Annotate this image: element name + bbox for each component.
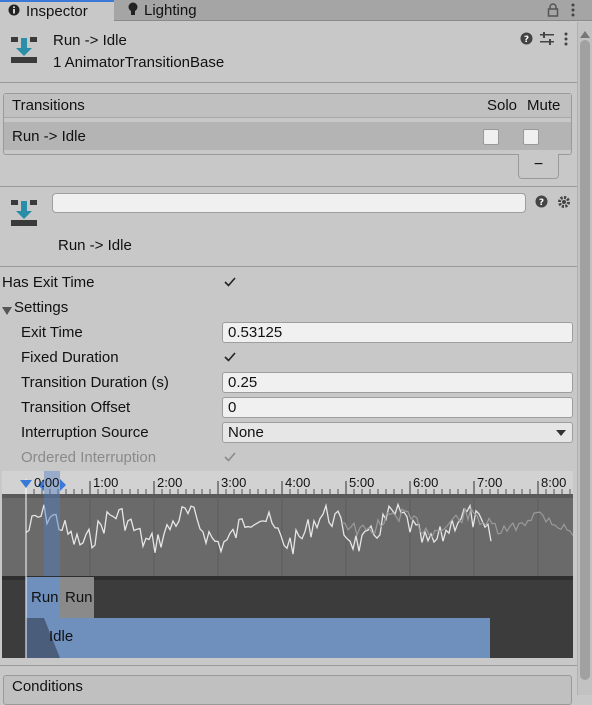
more-options-icon[interactable]: [571, 3, 575, 21]
ruler-tick-label: 7:00: [477, 475, 503, 490]
ruler-tick-label: 4:00: [285, 475, 311, 490]
chevron-down-icon: [556, 423, 566, 442]
transition-duration-label: Transition Duration (s): [21, 374, 169, 391]
exit-time-field[interactable]: 0.53125: [222, 322, 573, 343]
inspector-subtitle: 1 AnimatorTransitionBase: [53, 54, 225, 71]
timeline-marker-label: 0:00: [34, 475, 60, 490]
transition-duration-field[interactable]: 0.25: [222, 372, 573, 393]
transitions-header-label: Transitions: [12, 97, 85, 114]
transition-icon: [10, 36, 38, 68]
tab-inspector-label: Inspector: [26, 3, 88, 20]
lock-icon[interactable]: [547, 3, 559, 21]
interruption-source-dropdown[interactable]: None: [222, 422, 573, 443]
header-more-icon[interactable]: [564, 32, 568, 50]
settings-foldout-label[interactable]: Settings: [14, 299, 68, 316]
solo-checkbox[interactable]: [483, 129, 499, 145]
scroll-up-icon[interactable]: [580, 25, 590, 42]
curve-area: [2, 494, 573, 576]
timeline-canvas: [2, 471, 573, 658]
transition-detail-icon: [10, 199, 38, 231]
svg-text:?: ?: [524, 35, 529, 45]
scrollbar-thumb[interactable]: [580, 40, 590, 680]
interruption-source-value: None: [228, 424, 264, 441]
detail-help-icon[interactable]: ?: [535, 195, 548, 212]
tab-lighting[interactable]: Lighting: [120, 0, 240, 21]
interruption-source-label: Interruption Source: [21, 424, 149, 441]
list-divider: [0, 186, 577, 187]
detail-divider: [0, 266, 577, 267]
tab-inspector[interactable]: Inspector: [0, 0, 114, 21]
timeline-divider: [0, 665, 577, 666]
ordered-interruption-label: Ordered Interruption: [21, 449, 157, 466]
ruler-tick-label: 5:00: [349, 475, 375, 490]
checkmark-icon: [224, 277, 236, 287]
remove-transition-button[interactable]: −: [518, 154, 559, 179]
conditions-header-label: Conditions: [12, 678, 83, 695]
transition-caption: Run -> Idle: [58, 237, 132, 254]
checkmark-icon: [224, 452, 236, 462]
transitions-list-header: [4, 94, 571, 118]
tab-lighting-label: Lighting: [144, 2, 197, 19]
checkmark-icon: [224, 352, 236, 362]
fixed-duration-label: Fixed Duration: [21, 349, 119, 366]
conditions-list: [3, 675, 572, 705]
gear-icon[interactable]: [557, 195, 571, 213]
ruler-tick-label: 2:00: [157, 475, 183, 490]
transition-timeline[interactable]: 0:00 1:00 2:00 3:00 4:00 5:00 6:00 7:00 8:00 Ru…: [2, 471, 573, 658]
has-exit-time-checkbox[interactable]: [222, 274, 238, 290]
ordered-interruption-checkbox: [222, 449, 238, 465]
transition-offset-label: Transition Offset: [21, 399, 131, 416]
destination-state-bar: [44, 618, 490, 658]
destination-state-label[interactable]: Idle: [49, 628, 73, 645]
preset-icon[interactable]: [540, 32, 554, 49]
fixed-duration-checkbox[interactable]: [222, 349, 238, 365]
ruler-tick-label: 6:00: [413, 475, 439, 490]
exit-time-label: Exit Time: [21, 324, 83, 341]
ruler-tick-label: 1:00: [93, 475, 119, 490]
mute-header-label: Mute: [527, 97, 561, 114]
transition-offset-field[interactable]: 0: [222, 397, 573, 418]
help-icon[interactable]: ?: [520, 32, 533, 49]
header-divider: [0, 82, 577, 83]
source-state-repeat-label[interactable]: Run: [65, 589, 93, 606]
svg-text:?: ?: [539, 198, 544, 208]
lightbulb-icon: [128, 2, 144, 20]
inspector-title: Run -> Idle: [53, 32, 127, 49]
has-exit-time-label: Has Exit Time: [2, 274, 95, 291]
mute-checkbox[interactable]: [523, 129, 539, 145]
source-state-label[interactable]: Run: [31, 589, 59, 606]
settings-foldout-icon[interactable]: [2, 303, 12, 320]
tab-bar: Inspector Lighting: [0, 0, 592, 21]
ruler-tick-label: 8:00: [541, 475, 567, 490]
transition-row-name: Run -> Idle: [12, 128, 86, 145]
info-icon: [8, 3, 26, 20]
solo-header-label: Solo: [487, 97, 518, 114]
ruler-tick-label: 3:00: [221, 475, 247, 490]
transition-name-input[interactable]: [52, 193, 526, 213]
